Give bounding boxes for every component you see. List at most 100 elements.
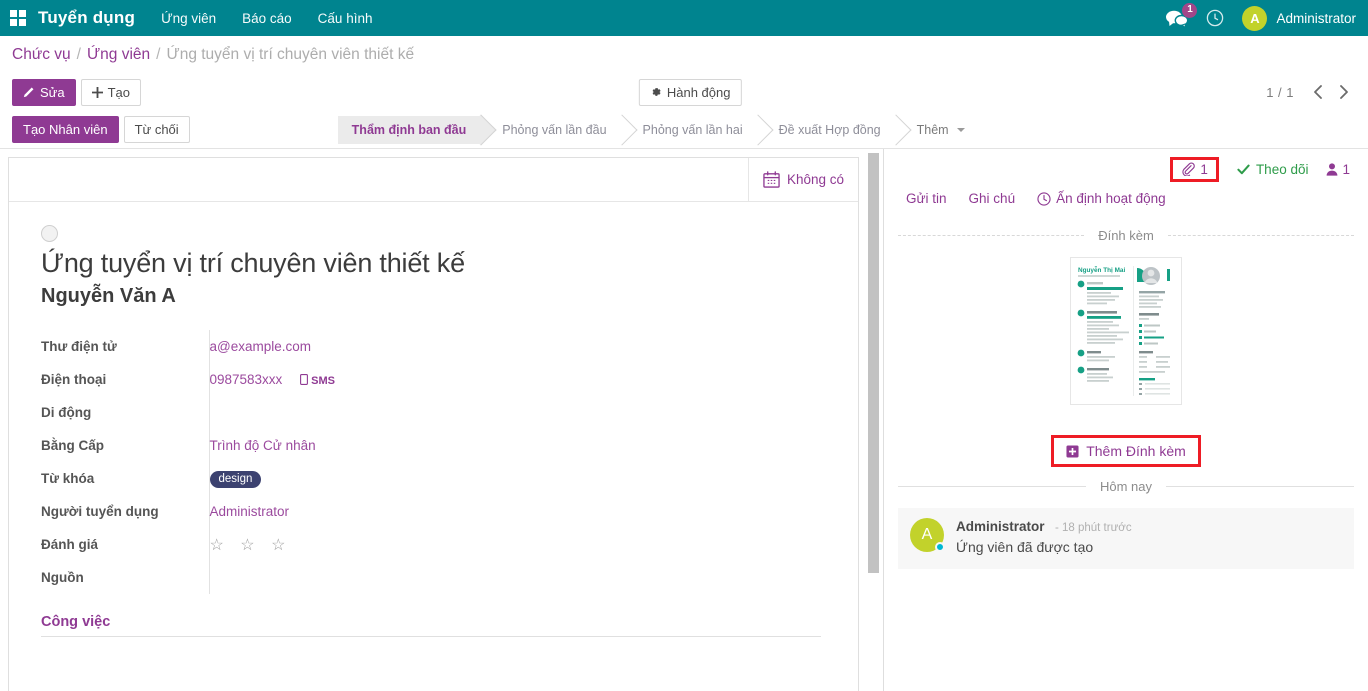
today-divider-label: Hôm nay [1086, 479, 1166, 494]
pager-count: 1 / 1 [1266, 85, 1294, 100]
schedule-activity-label: Ấn định hoạt động [1056, 191, 1166, 206]
chatter-action-buttons: Gửi tin Ghi chú Ấn định hoạt động [898, 187, 1354, 216]
applicant-name: Nguyễn Văn A [41, 285, 828, 308]
email-link[interactable]: a@example.com [210, 339, 312, 354]
breadcrumb-separator: / [156, 46, 160, 64]
check-icon [1237, 163, 1250, 176]
attachment-thumbnail[interactable]: Nguyễn Thị Mai [1070, 257, 1182, 405]
app-brand-title[interactable]: Tuyển dụng [38, 8, 135, 28]
pager-next-button[interactable] [1332, 79, 1356, 105]
control-panel: Sửa Tạo Hành động 1 / 1 [0, 73, 1368, 111]
stat-buttons-row: Không có [9, 158, 858, 202]
user-icon [1326, 163, 1338, 176]
message-body: Ứng viên đã được tạo [956, 539, 1132, 555]
followers-button[interactable]: 1 [1326, 162, 1350, 177]
action-button[interactable]: Hành động [639, 79, 742, 106]
add-attachment-wrapper: Thêm Đính kèm [898, 435, 1354, 467]
user-name-label: Administrator [1276, 11, 1356, 26]
main-content: Không có Ứng tuyển vị trí chuyên viên th… [0, 149, 1368, 691]
chatter-topbar: 1 Theo dõi 1 [898, 149, 1354, 187]
followers-count-label: 1 [1342, 162, 1350, 177]
status-step-first-interview[interactable]: Phỏng vấn lần đầu [482, 116, 622, 144]
follow-button[interactable]: Theo dõi [1237, 162, 1309, 177]
edit-button-label: Sửa [40, 85, 65, 100]
field-value-degree: Trình độ Cử nhân [209, 429, 601, 462]
add-attachment-button[interactable]: Thêm Đính kèm [1051, 435, 1201, 467]
top-navbar: Tuyển dụng Ứng viên Báo cáo Cấu hình 1 A… [0, 0, 1368, 36]
breadcrumb-item-applicants[interactable]: Ứng viên [87, 46, 150, 64]
status-step-initial-qualification[interactable]: Thẩm định ban đầu [338, 116, 483, 144]
paperclip-icon [1181, 162, 1195, 176]
action-button-label: Hành động [667, 85, 731, 100]
field-row-mobile: Di động [41, 396, 601, 429]
status-step-contract-proposal[interactable]: Đề xuất Hợp đồng [759, 116, 897, 144]
schedule-activity-button[interactable]: Ấn định hoạt động [1037, 191, 1166, 206]
send-message-button[interactable]: Gửi tin [906, 191, 947, 206]
status-step-second-interview[interactable]: Phỏng vấn lần hai [623, 116, 759, 144]
control-panel-buttons: Sửa Tạo [12, 79, 141, 106]
form-area: Không có Ứng tuyển vị trí chuyên viên th… [0, 149, 884, 691]
user-menu[interactable]: A Administrator [1242, 6, 1356, 31]
field-value-phone: 0987583xxx SMS [209, 363, 601, 396]
meetings-stat-label: Không có [787, 172, 844, 187]
create-button[interactable]: Tạo [81, 79, 141, 106]
field-row-tags: Từ khóa design [41, 462, 601, 495]
message-item: A Administrator - 18 phút trước Ứng viên… [898, 508, 1354, 569]
tag-badge[interactable]: design [210, 471, 262, 488]
gear-icon [650, 86, 662, 98]
pencil-icon [23, 86, 35, 98]
form-scrollbar[interactable] [868, 153, 879, 573]
breadcrumb: Chức vụ / Ứng viên / Ứng tuyển vị trí ch… [0, 36, 1368, 73]
refuse-button[interactable]: Từ chối [124, 116, 190, 143]
navbar-menu: Ứng viên Báo cáo Cấu hình [161, 11, 372, 26]
field-value-evaluation: ☆ ☆ ☆ [209, 528, 601, 561]
message-timestamp: - 18 phút trước [1055, 522, 1132, 534]
mobile-icon [300, 374, 308, 385]
field-row-email: Thư điện tử a@example.com [41, 330, 601, 363]
navbar-right-tools: 1 A Administrator [1166, 6, 1356, 31]
svg-text:Nguyễn Thị Mai: Nguyễn Thị Mai [1078, 265, 1125, 274]
add-attachment-label: Thêm Đính kèm [1086, 443, 1186, 459]
nav-item-applicants[interactable]: Ứng viên [161, 11, 216, 26]
page-title: Ứng tuyển vị trí chuyên viên thiết kế [41, 248, 828, 279]
circle-state-icon[interactable] [41, 225, 58, 242]
apps-grid-icon[interactable] [10, 10, 26, 26]
today-divider: Hôm nay [898, 479, 1354, 494]
record-body: Ứng tuyển vị trí chuyên viên thiết kế Ng… [9, 202, 858, 657]
clock-icon[interactable] [1206, 9, 1224, 27]
edit-button[interactable]: Sửa [12, 79, 76, 106]
field-label-evaluation: Đánh giá [41, 528, 209, 561]
attachment-list: Nguyễn Thị Mai [898, 257, 1354, 405]
message-author[interactable]: Administrator [956, 519, 1045, 534]
recruiter-link[interactable]: Administrator [210, 504, 290, 519]
breadcrumb-separator: / [77, 46, 81, 64]
create-employee-button[interactable]: Tạo Nhân viên [12, 116, 119, 143]
sms-button[interactable]: SMS [300, 375, 335, 387]
degree-link[interactable]: Trình độ Cử nhân [210, 438, 316, 453]
rating-stars[interactable]: ☆ ☆ ☆ [210, 537, 292, 554]
follow-button-label: Theo dõi [1256, 162, 1309, 177]
nav-item-reporting[interactable]: Báo cáo [242, 11, 292, 26]
field-value-mobile[interactable] [209, 396, 601, 429]
status-step-more-label: Thêm [917, 123, 949, 137]
message-content: Administrator - 18 phút trước Ứng viên đ… [956, 518, 1132, 555]
messages-menu[interactable]: 1 [1166, 10, 1188, 27]
attachment-count-button[interactable]: 1 [1170, 157, 1219, 182]
plus-square-icon [1066, 445, 1079, 458]
field-label-tags: Từ khóa [41, 462, 209, 495]
clock-icon [1037, 192, 1051, 206]
phone-link[interactable]: 0987583xxx [210, 372, 283, 387]
meetings-stat-button[interactable]: Không có [748, 158, 858, 201]
field-value-recruiter: Administrator [209, 495, 601, 528]
field-value-source[interactable] [209, 561, 601, 594]
field-row-evaluation: Đánh giá ☆ ☆ ☆ [41, 528, 601, 561]
log-note-button[interactable]: Ghi chú [969, 191, 1016, 206]
breadcrumb-item-job-positions[interactable]: Chức vụ [12, 46, 71, 64]
attachment-count-label: 1 [1200, 162, 1208, 177]
calendar-icon [763, 171, 780, 188]
message-avatar: A [910, 518, 944, 552]
nav-item-configuration[interactable]: Cấu hình [318, 11, 373, 26]
message-header: Administrator - 18 phút trước [956, 518, 1132, 536]
attachments-divider-label: Đính kèm [1084, 228, 1168, 243]
pager-previous-button[interactable] [1306, 79, 1330, 105]
